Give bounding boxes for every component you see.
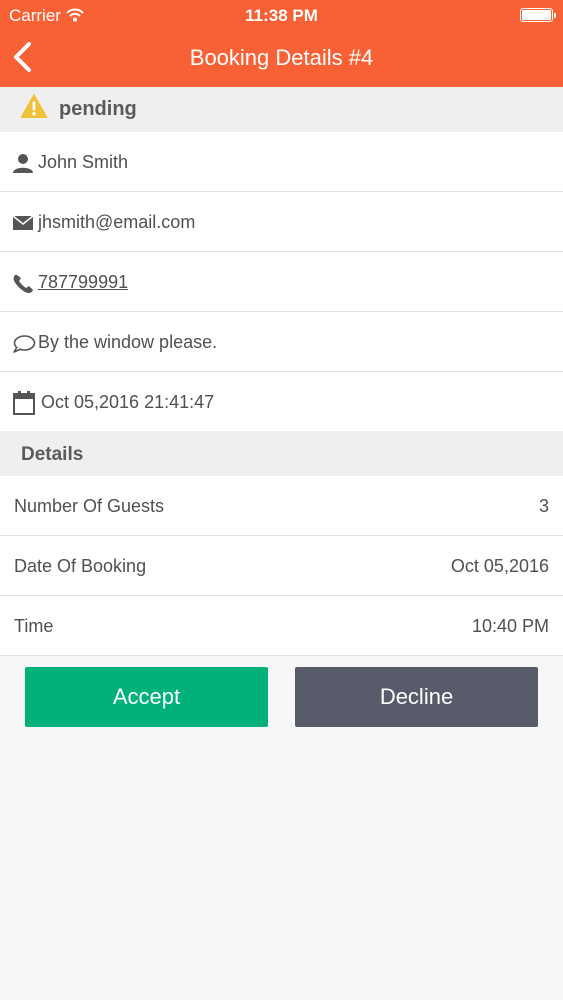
detail-row-date: Date Of Booking Oct 05,2016 xyxy=(0,536,563,596)
detail-value: Oct 05,2016 xyxy=(450,556,549,576)
detail-label: Date Of Booking xyxy=(14,556,147,576)
detail-label: Number Of Guests xyxy=(14,496,165,516)
page-title: Booking Details #4 xyxy=(189,45,374,70)
app-header: Carrier 11:38 PM Booking Details #4 xyxy=(0,0,563,87)
details-section-header: Details xyxy=(0,431,563,476)
details-header-label: Details xyxy=(21,444,84,465)
customer-name: John Smith xyxy=(38,152,129,172)
phone-row: 787799991 xyxy=(0,252,563,312)
calendar-icon xyxy=(12,390,36,421)
envelope-icon xyxy=(12,215,34,236)
detail-label: Time xyxy=(14,616,54,636)
nav-bar: Booking Details #4 xyxy=(0,30,563,87)
phone-link[interactable]: 787799991 xyxy=(38,272,128,293)
status-section-header: pending xyxy=(0,87,563,132)
customer-name-row: John Smith xyxy=(0,132,563,192)
user-icon xyxy=(12,152,34,179)
accept-button[interactable]: Accept xyxy=(25,667,268,727)
datetime-row: Oct 05,2016 21:41:47 xyxy=(0,372,563,432)
status-time: 11:38 PM xyxy=(245,6,318,25)
decline-button[interactable]: Decline xyxy=(295,667,538,727)
detail-row-time: Time 10:40 PM xyxy=(0,596,563,656)
booking-datetime: Oct 05,2016 21:41:47 xyxy=(41,392,215,412)
detail-row-guests: Number Of Guests 3 xyxy=(0,476,563,536)
note-row: By the window please. xyxy=(0,312,563,372)
email-row: jhsmith@email.com xyxy=(0,192,563,252)
warning-icon xyxy=(20,93,48,124)
booking-status-label: pending xyxy=(59,98,137,120)
phone-icon xyxy=(12,274,34,299)
battery-icon xyxy=(520,8,556,22)
detail-value: 10:40 PM xyxy=(471,616,549,636)
customer-email: jhsmith@email.com xyxy=(38,212,196,232)
detail-value: 3 xyxy=(538,496,549,516)
status-bar: Carrier 11:38 PM xyxy=(0,0,563,30)
speech-bubble-icon xyxy=(12,334,36,359)
customer-note: By the window please. xyxy=(38,332,218,352)
